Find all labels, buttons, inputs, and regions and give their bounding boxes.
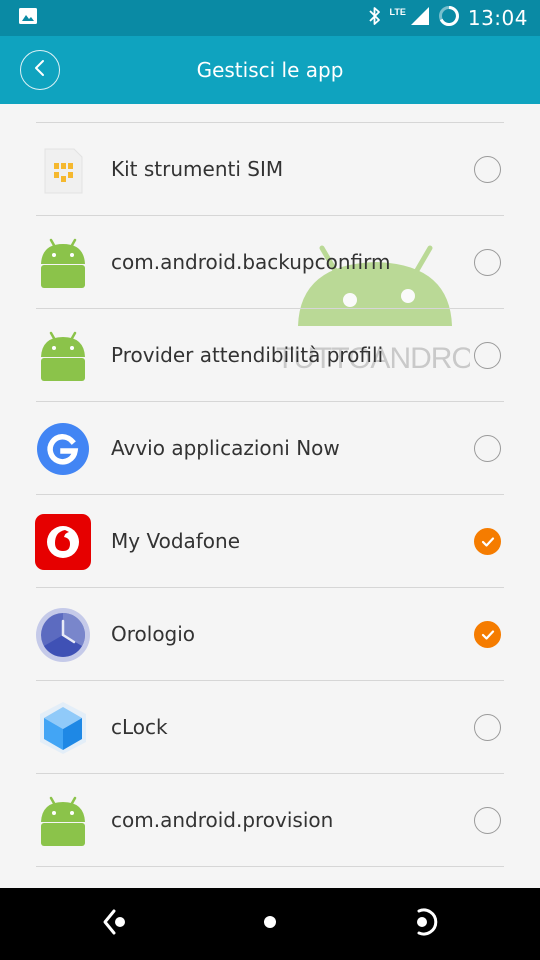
list-item[interactable]: Kit strumenti SIM <box>0 123 540 216</box>
list-item[interactable]: My Vodafone <box>0 495 540 588</box>
checkmark-icon <box>481 629 494 640</box>
back-arrow-icon <box>101 907 131 942</box>
checkbox-checked[interactable] <box>474 621 501 648</box>
app-name: Avvio applicazioni Now <box>111 436 340 460</box>
battery-charging-icon <box>438 5 460 32</box>
checkbox-checked[interactable] <box>474 528 501 555</box>
checkbox-unchecked[interactable] <box>474 714 501 741</box>
status-right: LTE 13:04 <box>368 5 528 32</box>
app-name: My Vodafone <box>111 529 241 553</box>
app-name: Kit strumenti SIM <box>111 157 284 181</box>
app-list-container[interactable]: TUTTOANDROID Kit strumenti SIM com.andro… <box>0 104 540 888</box>
list-item[interactable]: com.android.backupconfirm <box>0 216 540 309</box>
list-item[interactable]: cLock <box>0 681 540 774</box>
android-robot-icon <box>34 792 92 850</box>
app-name: cLock <box>111 715 168 739</box>
list-item[interactable]: com.android.provision <box>0 774 540 867</box>
nav-recents-button[interactable] <box>406 906 442 942</box>
app-bar: Gestisci le app <box>0 36 540 104</box>
vodafone-icon <box>34 513 92 571</box>
app-name: com.android.provision <box>111 808 334 832</box>
app-name: com.android.backupconfirm <box>111 250 391 274</box>
app-list: Kit strumenti SIM com.android.backupconf… <box>0 123 540 867</box>
sim-toolkit-icon <box>34 141 92 199</box>
checkbox-unchecked[interactable] <box>474 342 501 369</box>
back-button[interactable] <box>20 50 60 90</box>
list-item[interactable]: Provider attendibilità profili <box>0 309 540 402</box>
clock-cube-icon <box>34 699 92 757</box>
app-name: Orologio <box>111 622 196 646</box>
checkbox-unchecked[interactable] <box>474 156 501 183</box>
status-left <box>18 7 38 30</box>
bluetooth-icon <box>368 6 382 31</box>
status-bar: LTE 13:04 <box>0 0 540 36</box>
list-item[interactable]: Orologio <box>0 588 540 681</box>
recents-icon <box>409 907 439 942</box>
image-notification-icon <box>18 7 38 30</box>
navigation-bar <box>0 888 540 960</box>
checkbox-unchecked[interactable] <box>474 807 501 834</box>
app-name: Provider attendibilità profili <box>111 343 384 367</box>
android-robot-icon <box>34 327 92 385</box>
page-title: Gestisci le app <box>196 58 344 82</box>
signal-icon <box>410 6 430 31</box>
android-robot-icon <box>34 234 92 292</box>
checkbox-unchecked[interactable] <box>474 249 501 276</box>
network-type-label: LTE <box>389 7 406 17</box>
clock-icon <box>34 606 92 664</box>
nav-home-button[interactable] <box>252 906 288 942</box>
nav-back-button[interactable] <box>98 906 134 942</box>
google-g-icon <box>34 420 92 478</box>
status-time: 13:04 <box>467 6 528 30</box>
list-item[interactable]: Avvio applicazioni Now <box>0 402 540 495</box>
checkbox-unchecked[interactable] <box>474 435 501 462</box>
chevron-left-icon <box>33 59 47 82</box>
home-dot-icon <box>262 914 278 935</box>
checkmark-icon <box>481 536 494 547</box>
